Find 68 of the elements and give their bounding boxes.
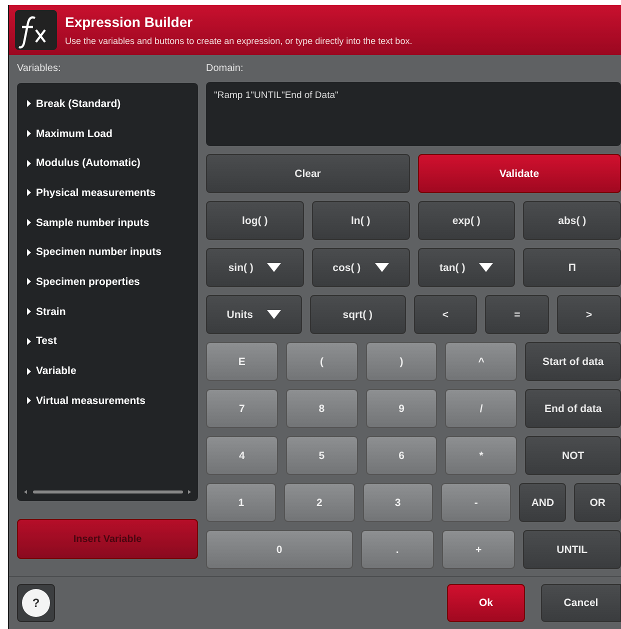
variable-label[interactable]: Break (Standard) [36, 98, 121, 110]
expand-arrow-icon[interactable] [27, 248, 31, 256]
keypad-key[interactable]: End of data [525, 389, 621, 428]
help-button[interactable]: ? [17, 584, 55, 622]
ok-button[interactable]: Ok [447, 584, 525, 622]
expand-arrow-icon[interactable] [27, 100, 31, 108]
dialog-subtitle: Use the variables and buttons to create an expression, or type directly into the text box. [65, 36, 412, 46]
keypad-key[interactable]: Validate [418, 154, 621, 193]
variable-tree-item[interactable]: Test [27, 326, 198, 356]
keypad-key[interactable]: sqrt( ) [310, 295, 406, 334]
variable-label[interactable]: Specimen number inputs [36, 246, 162, 258]
dropdown-key[interactable]: tan( ) [418, 248, 516, 287]
expression-text-box[interactable]: "Ramp 1"UNTIL"End of Data" [206, 82, 621, 146]
variable-label[interactable]: Physical measurements [36, 186, 156, 199]
variable-label[interactable]: Modulus (Automatic) [36, 157, 140, 170]
caret-icon [267, 263, 282, 272]
keypad-key[interactable]: Π [523, 248, 621, 287]
keypad-key[interactable]: = [485, 295, 550, 334]
variable-tree-item[interactable]: Variable [27, 356, 198, 386]
expand-arrow-icon[interactable] [27, 130, 31, 138]
keypad-key[interactable]: OR [574, 483, 621, 522]
expand-arrow-icon[interactable] [27, 160, 31, 167]
variable-tree-item[interactable]: Modulus (Automatic) [27, 148, 198, 178]
caret-icon [479, 263, 494, 272]
expand-arrow-icon[interactable] [27, 397, 31, 404]
variable-tree-item[interactable]: Sample number inputs [27, 208, 198, 238]
expand-arrow-icon[interactable] [27, 368, 31, 375]
variable-label[interactable]: Test [36, 335, 57, 348]
keypad-key[interactable]: Start of data [525, 342, 621, 381]
expand-arrow-icon[interactable] [27, 219, 31, 226]
expand-arrow-icon[interactable] [27, 308, 31, 316]
keypad-key[interactable]: NOT [525, 436, 621, 475]
expand-arrow-icon[interactable] [27, 278, 31, 286]
keypad-key[interactable]: abs( ) [523, 201, 621, 240]
horizontal-scrollbar[interactable] [23, 488, 192, 496]
keypad-key[interactable]: Clear [206, 154, 410, 193]
variable-tree-item[interactable]: Maximum Load [27, 118, 198, 148]
dropdown-key[interactable]: Units [206, 295, 302, 334]
keypad-key[interactable]: ln( ) [312, 201, 410, 240]
expand-arrow-icon[interactable] [27, 189, 31, 196]
dropdown-key[interactable]: cos( ) [312, 248, 410, 287]
caret-icon [374, 263, 389, 272]
keypad-key[interactable]: > [557, 295, 621, 334]
variable-label[interactable]: Sample number inputs [36, 216, 150, 229]
variable-label[interactable]: Variable [36, 365, 76, 378]
dialog-title: Expression Builder [65, 14, 194, 30]
variable-tree-item[interactable]: Specimen number inputs [27, 237, 198, 268]
variable-label[interactable]: Specimen properties [36, 276, 140, 288]
variable-label[interactable]: Maximum Load [36, 128, 112, 140]
variable-label[interactable]: Virtual measurements [36, 394, 146, 407]
variable-label[interactable]: Strain [36, 306, 66, 318]
variable-tree-item[interactable]: Specimen properties [27, 267, 198, 297]
domain-label: Domain: [206, 62, 244, 76]
variables-label: Variables: [17, 62, 62, 76]
keypad-key[interactable]: UNTIL [523, 530, 621, 569]
keypad-key[interactable]: AND [519, 483, 566, 522]
dropdown-key[interactable]: sin( ) [206, 248, 304, 287]
keypad-key[interactable]: exp( ) [418, 201, 516, 240]
function-icon [15, 10, 57, 50]
variable-tree-item[interactable]: Physical measurements [27, 178, 198, 208]
variable-tree-item[interactable]: Strain [27, 296, 198, 326]
caret-icon [267, 310, 281, 319]
expand-arrow-icon[interactable] [27, 338, 31, 345]
cancel-button[interactable]: Cancel [541, 584, 621, 622]
keypad-key[interactable]: < [414, 295, 478, 334]
keypad-key[interactable]: log( ) [206, 201, 304, 240]
variable-tree-item[interactable]: Break (Standard) [27, 89, 198, 119]
variable-tree-item[interactable]: Virtual measurements [27, 386, 198, 416]
